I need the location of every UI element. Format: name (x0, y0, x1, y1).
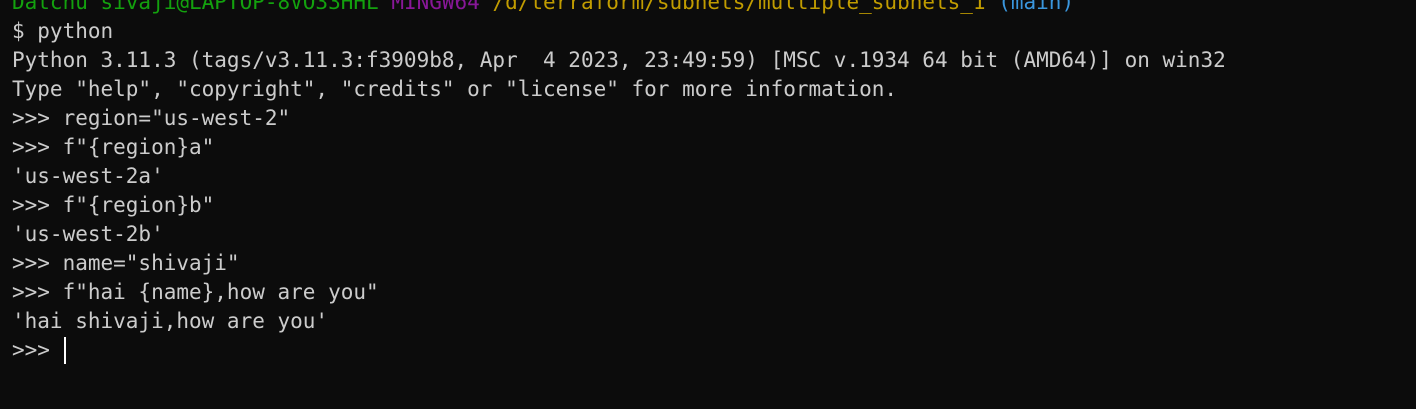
repl-input-line: >>> name="shivaji" (12, 251, 240, 275)
terminal-screen[interactable]: Datchu sivaji@LAPTOP-8VO33HHL MINGW64 /d… (12, 0, 1416, 365)
repl-input-line: >>> f"hai {name},how are you" (12, 280, 379, 304)
user-host: Datchu sivaji@LAPTOP-8VO33HHL (12, 0, 379, 14)
repl-output-line: 'us-west-2b' (12, 222, 164, 246)
git-branch: (main) (998, 0, 1075, 14)
repl-input-line: >>> f"{region}b" (12, 193, 215, 217)
terminal-window[interactable]: Datchu sivaji@LAPTOP-8VO33HHL MINGW64 /d… (0, 0, 1416, 409)
output-line: Type "help", "copyright", "credits" or "… (12, 77, 898, 101)
text-cursor (63, 337, 66, 364)
output-line: Python 3.11.3 (tags/v3.11.3:f3909b8, Apr… (12, 48, 1226, 72)
command-line: $ python (12, 19, 114, 43)
active-prompt-line[interactable]: >>> (12, 336, 1416, 365)
repl-input-line: >>> f"{region}a" (12, 135, 215, 159)
env-label: MINGW64 (391, 0, 480, 14)
repl-output-line: 'hai shivaji,how are you' (12, 309, 329, 333)
repl-output-line: 'us-west-2a' (12, 164, 164, 188)
current-path: /d/terraform/subnets/multiple_subnets_1 (492, 0, 986, 14)
repl-input-line: >>> region="us-west-2" (12, 106, 291, 130)
repl-prompt: >>> (12, 338, 63, 362)
shell-prompt-header: Datchu sivaji@LAPTOP-8VO33HHL MINGW64 /d… (12, 0, 1416, 17)
